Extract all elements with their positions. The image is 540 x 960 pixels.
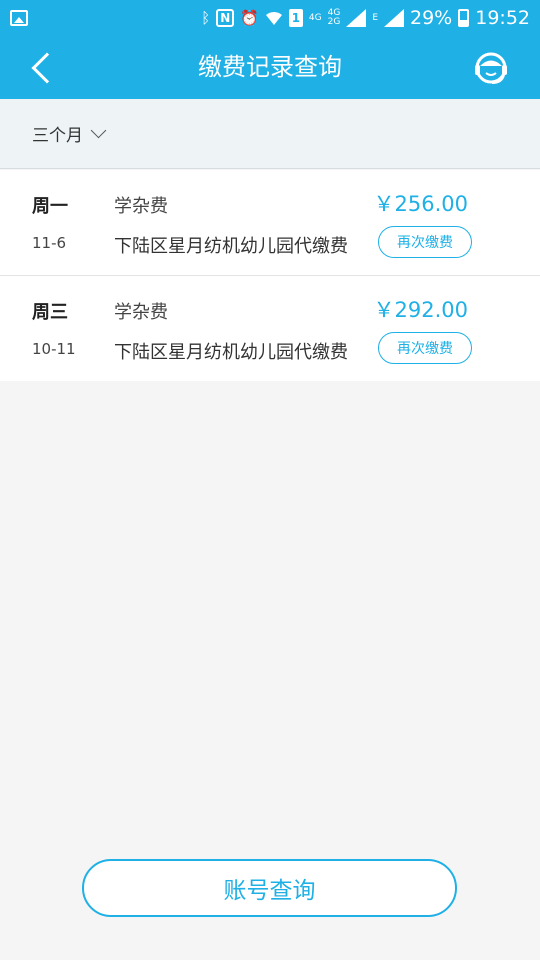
network-4g-2g-label: 4G 2G — [327, 8, 341, 27]
chevron-down-icon — [90, 122, 107, 139]
record-weekday: 周三 — [32, 302, 68, 323]
network-e-label: E — [372, 12, 378, 23]
battery-icon — [458, 9, 470, 27]
bluetooth-icon: ᛒ — [201, 8, 211, 27]
payment-record: 周一 11-6 学杂费 下陆区星月纺机幼儿园代缴费 ￥256.00 再次缴费 — [0, 170, 540, 276]
pay-again-button[interactable]: 再次缴费 — [378, 332, 472, 364]
status-bar: ᛒ N ⏰ 1 4G 4G 2G E 29% 19:52 — [0, 0, 540, 36]
page-title: 缴费记录查询 — [198, 53, 342, 81]
period-filter[interactable]: 三个月 — [0, 99, 540, 169]
back-button[interactable] — [24, 50, 63, 86]
period-filter-label: 三个月 — [32, 126, 83, 146]
record-amount: ￥256.00 — [373, 192, 468, 216]
status-left — [10, 10, 28, 26]
battery-percent: 29% — [410, 7, 453, 29]
payment-record: 周三 10-11 学杂费 下陆区星月纺机幼儿园代缴费 ￥292.00 再次缴费 — [0, 276, 540, 381]
record-amount: ￥292.00 — [373, 298, 468, 322]
clock-time: 19:52 — [475, 7, 530, 29]
record-fee-type: 学杂费 — [114, 302, 168, 323]
record-school: 下陆区星月纺机幼儿园代缴费 — [114, 342, 348, 363]
app-header: 缴费记录查询 — [0, 36, 540, 99]
sim-slot-icon: 1 — [288, 9, 303, 27]
signal-icon-2 — [384, 9, 404, 27]
payment-records-list: 周一 11-6 学杂费 下陆区星月纺机幼儿园代缴费 ￥256.00 再次缴费 周… — [0, 170, 540, 381]
gallery-notification-icon — [10, 10, 28, 26]
customer-service-icon — [475, 52, 507, 84]
alarm-icon: ⏰ — [240, 8, 259, 27]
record-weekday: 周一 — [32, 196, 68, 217]
record-date: 10-11 — [32, 340, 76, 358]
signal-icon — [346, 9, 367, 27]
record-fee-type: 学杂费 — [114, 196, 168, 217]
record-date: 11-6 — [32, 234, 67, 252]
network-4g-label: 4G — [308, 12, 322, 23]
back-arrow-icon — [31, 52, 63, 84]
status-right: ᛒ N ⏰ 1 4G 4G 2G E 29% 19:52 — [201, 7, 530, 29]
nfc-icon: N — [216, 9, 235, 27]
account-query-button[interactable]: 账号查询 — [82, 859, 457, 917]
customer-service-button[interactable] — [472, 49, 510, 87]
wifi-icon — [265, 11, 282, 25]
pay-again-button[interactable]: 再次缴费 — [378, 226, 472, 258]
record-school: 下陆区星月纺机幼儿园代缴费 — [114, 236, 348, 257]
